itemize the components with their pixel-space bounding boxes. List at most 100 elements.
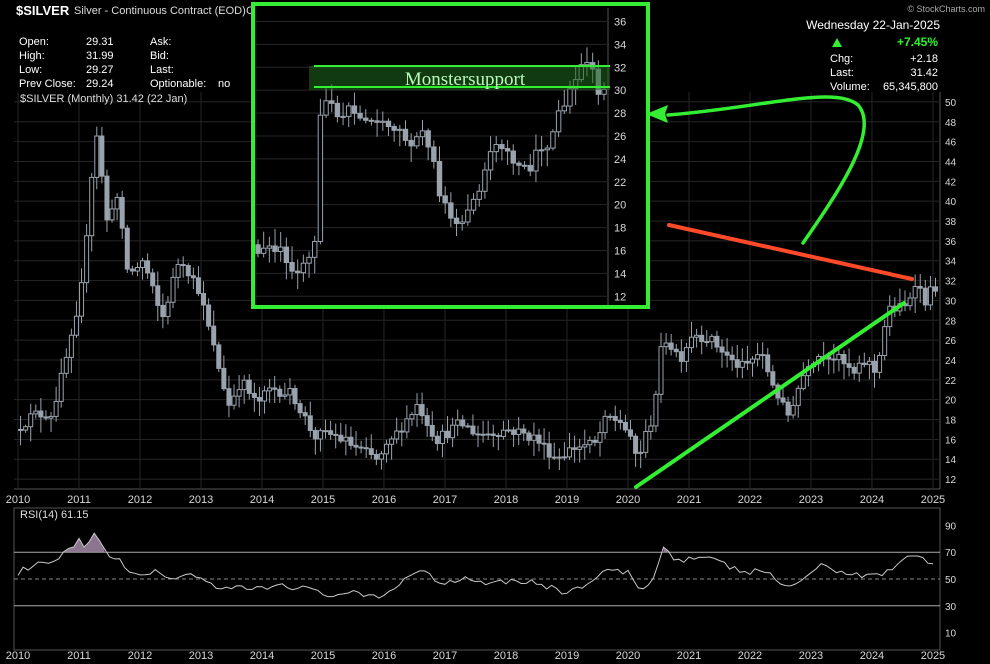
price-candle-body bbox=[419, 404, 425, 417]
time-tick-label: 2012 bbox=[128, 494, 152, 506]
price-candle-body bbox=[404, 418, 410, 433]
price-tick-label: 30 bbox=[945, 296, 957, 307]
price-candle-body bbox=[628, 429, 634, 437]
price-candle-body bbox=[312, 429, 318, 440]
inset-candle-body bbox=[550, 131, 556, 149]
inset-background bbox=[253, 4, 648, 307]
price-candle-body bbox=[663, 342, 669, 348]
price-candle-body bbox=[28, 413, 34, 428]
header-field-label: Low: bbox=[19, 64, 42, 76]
price-candle-body bbox=[689, 336, 695, 349]
price-candle-body bbox=[302, 412, 308, 417]
price-candle-body bbox=[409, 414, 415, 420]
inset-candle-body bbox=[295, 270, 301, 274]
inset-candle-body bbox=[385, 120, 392, 127]
inset-candle-body bbox=[277, 246, 284, 252]
price-candle-body bbox=[582, 444, 588, 448]
price-candle-body bbox=[63, 356, 69, 374]
price-tick-label: 40 bbox=[945, 197, 957, 208]
inset-candle-body bbox=[431, 146, 437, 162]
price-tick-label: 26 bbox=[945, 336, 957, 347]
inset-chart: 12 14 16 18 20 22 24 26 28 30 32 34 36 Monstersuppor… bbox=[251, 2, 650, 309]
price-candle-body bbox=[251, 392, 257, 399]
inset-candle-body bbox=[402, 128, 409, 141]
rsi-time-tick-label: 2013 bbox=[189, 650, 213, 662]
price-candle-body bbox=[622, 421, 628, 431]
price-candle-body bbox=[292, 388, 298, 405]
price-candle-body bbox=[541, 442, 547, 445]
price-candle-body bbox=[836, 354, 842, 361]
support-annotation: Monstersupport bbox=[405, 69, 526, 90]
header-field-label: Open: bbox=[19, 36, 49, 48]
price-candle-body bbox=[932, 286, 938, 292]
header-right-value: +2.18 bbox=[910, 53, 938, 65]
inset-candle-body bbox=[465, 209, 471, 223]
price-candle-body bbox=[231, 395, 237, 406]
price-candle-body bbox=[241, 379, 247, 391]
price-candle-body bbox=[68, 334, 74, 358]
time-tick-label: 2024 bbox=[860, 494, 884, 506]
price-tick-label: 48 bbox=[945, 118, 957, 129]
price-candle-body bbox=[526, 432, 532, 441]
rsi-legend: RSI(14) 61.15 bbox=[20, 509, 88, 521]
price-candle-body bbox=[516, 428, 522, 435]
price-candle-body bbox=[917, 285, 923, 289]
inset-candle-body bbox=[419, 130, 426, 138]
inset-candle-body bbox=[584, 62, 590, 66]
time-tick-label: 2025 bbox=[921, 494, 945, 506]
rsi-time-tick-label: 2020 bbox=[616, 650, 640, 662]
inset-candle-body bbox=[425, 130, 431, 148]
price-candle-body bbox=[180, 264, 186, 267]
inset-candle-body bbox=[323, 100, 329, 116]
price-candle-body bbox=[124, 227, 130, 270]
price-candle-body bbox=[556, 456, 562, 459]
price-candle-body bbox=[882, 326, 888, 357]
price-candle-body bbox=[79, 282, 85, 317]
price-candle-body bbox=[561, 456, 567, 459]
rsi-time-tick-label: 2018 bbox=[494, 650, 518, 662]
header-field-label: Prev Close: bbox=[19, 78, 76, 90]
inset-candle-body bbox=[482, 169, 488, 192]
price-candle-body bbox=[89, 176, 95, 237]
inset-candle-body bbox=[470, 198, 477, 211]
price-candle-body bbox=[877, 355, 883, 373]
rsi-time-tick-label: 2019 bbox=[555, 650, 579, 662]
header-right-label: Last: bbox=[830, 67, 854, 79]
inset-candle-body bbox=[555, 110, 562, 133]
time-tick-label: 2013 bbox=[189, 494, 213, 506]
price-tick-label: 12 bbox=[945, 475, 957, 486]
price-candle-body bbox=[353, 444, 359, 448]
price-candle-body bbox=[678, 351, 684, 362]
inset-tick-label: 34 bbox=[614, 39, 626, 51]
inset-tick-label: 32 bbox=[614, 62, 626, 74]
time-tick-label: 2015 bbox=[311, 494, 335, 506]
price-candle-body bbox=[597, 432, 603, 443]
inset-candle-body bbox=[346, 105, 352, 117]
price-candle-body bbox=[33, 410, 39, 415]
price-candle-body bbox=[378, 453, 384, 460]
price-tick-label: 24 bbox=[945, 356, 957, 367]
price-candle-body bbox=[699, 334, 705, 343]
price-candle-body bbox=[307, 415, 313, 431]
inset-candle-body bbox=[340, 115, 346, 118]
rsi-time-tick-label: 2022 bbox=[738, 650, 762, 662]
header-mid-label: Optionable: bbox=[150, 78, 206, 90]
rsi-time-tick-label: 2025 bbox=[921, 650, 945, 662]
price-candle-body bbox=[43, 416, 49, 419]
time-tick-label: 2019 bbox=[555, 494, 579, 506]
price-candle-body bbox=[485, 433, 491, 436]
price-tick-label: 22 bbox=[945, 376, 957, 387]
price-candle-body bbox=[38, 410, 44, 418]
price-tick-label: 46 bbox=[945, 138, 957, 149]
price-candle-body bbox=[480, 433, 486, 436]
price-candle-body bbox=[206, 304, 212, 327]
price-candle-body bbox=[119, 196, 125, 229]
price-candle-body bbox=[673, 348, 679, 353]
inset-candle-body bbox=[453, 217, 460, 225]
price-candle-body bbox=[577, 446, 583, 450]
stock-chart: $SILVER Silver - Continuous Contract (EO… bbox=[0, 0, 990, 664]
header-field-value: 29.24 bbox=[86, 78, 114, 90]
header-mid-label: Bid: bbox=[150, 50, 169, 62]
time-tick-label: 2020 bbox=[616, 494, 640, 506]
inset-candle-body bbox=[289, 261, 295, 272]
